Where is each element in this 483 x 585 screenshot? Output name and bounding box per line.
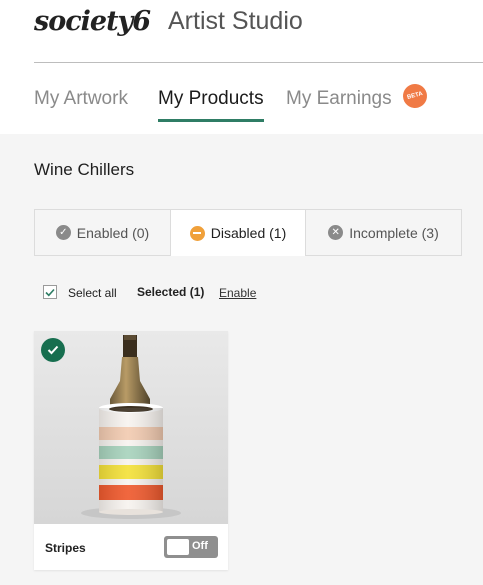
header-divider — [34, 62, 483, 63]
selected-count: Selected (1) — [137, 285, 205, 299]
select-all-label: Select all — [68, 286, 117, 300]
beta-badge: BETA — [400, 81, 430, 111]
status-filter-tabs: ✓ Enabled (0) Disabled (1) ✕ Incomplete … — [34, 209, 462, 256]
x-circle-icon: ✕ — [328, 225, 344, 240]
society6-logo[interactable]: society6 — [34, 6, 151, 37]
product-card[interactable]: Stripes Off — [34, 331, 228, 570]
wine-chiller-image — [34, 331, 228, 524]
checkmark-icon — [45, 288, 55, 296]
filter-label: Disabled (1) — [210, 225, 287, 241]
tab-my-earnings[interactable]: My Earnings — [286, 88, 392, 110]
tab-my-artwork[interactable]: My Artwork — [34, 88, 128, 110]
filter-disabled[interactable]: Disabled (1) — [171, 210, 306, 256]
check-circle-icon: ✓ — [55, 225, 71, 240]
tab-label: My Earnings — [286, 88, 392, 109]
filter-incomplete[interactable]: ✕ Incomplete (3) — [306, 210, 461, 255]
toggle-label: Off — [192, 540, 208, 552]
header: society6 Artist Studio My Artwork My Pro… — [0, 0, 483, 134]
product-image — [34, 331, 228, 524]
filter-label: Incomplete (3) — [349, 224, 439, 241]
select-all-checkbox[interactable] — [43, 285, 57, 299]
filter-enabled[interactable]: ✓ Enabled (0) — [35, 210, 171, 255]
minus-circle-icon — [189, 225, 205, 241]
section-title: Wine Chillers — [34, 160, 135, 179]
enable-link[interactable]: Enable — [219, 286, 256, 300]
product-toggle[interactable]: Off — [164, 536, 218, 558]
app-title: Artist Studio — [168, 7, 303, 35]
toggle-knob — [167, 539, 189, 555]
tab-my-products[interactable]: My Products — [158, 88, 264, 122]
active-tab-underline — [158, 119, 264, 122]
filter-label: Enabled (0) — [76, 224, 150, 241]
tab-label: My Products — [158, 88, 264, 109]
product-name: Stripes — [45, 541, 86, 555]
selected-check-icon[interactable] — [41, 338, 65, 362]
tab-label: My Artwork — [34, 88, 128, 109]
